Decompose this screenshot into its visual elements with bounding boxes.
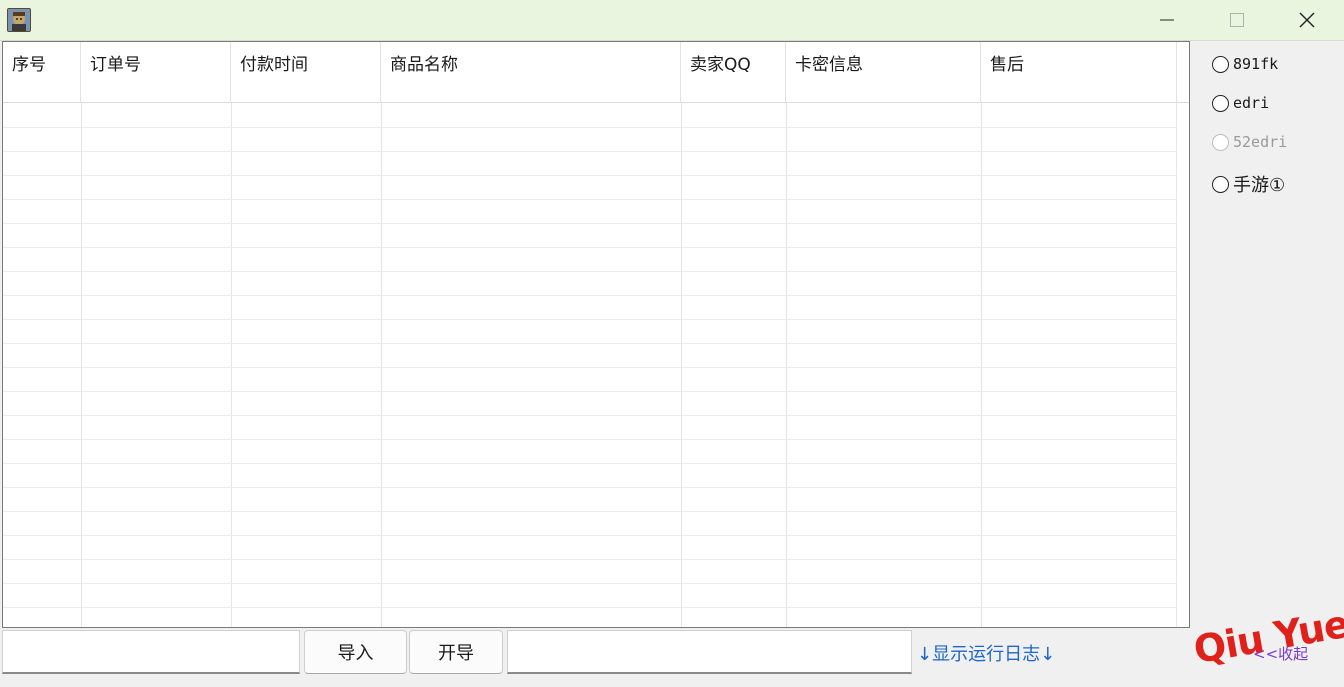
maximize-icon <box>1230 13 1244 27</box>
table-header: 序号 订单号 付款时间 商品名称 卖家QQ 卡密信息 售后 <box>3 42 1189 103</box>
radio-circle-icon <box>1212 175 1229 193</box>
app-icon[interactable] <box>7 8 31 32</box>
title-bar <box>0 0 1344 41</box>
table-row[interactable] <box>3 415 1177 440</box>
watermark: Qiu Yue <box>1190 601 1344 673</box>
radio-label: 52edri <box>1233 133 1288 151</box>
radio-circle-icon <box>1212 55 1229 73</box>
table-row[interactable] <box>3 151 1177 176</box>
radio-circle-icon <box>1212 133 1229 151</box>
radio-label: 手游① <box>1233 175 1286 196</box>
table-row[interactable] <box>3 271 1177 296</box>
column-header-after-sales[interactable]: 售后 <box>981 42 1177 102</box>
maximize-button[interactable] <box>1202 0 1272 40</box>
radio-891fk[interactable]: 891fk <box>1212 50 1278 78</box>
table-row[interactable] <box>3 559 1177 584</box>
table-row[interactable] <box>3 391 1177 416</box>
table-row[interactable] <box>3 439 1177 464</box>
radio-edri[interactable]: edri <box>1212 89 1269 117</box>
table-row[interactable] <box>3 487 1177 512</box>
minimize-icon <box>1160 19 1174 21</box>
radio-mobile-game[interactable]: 手游① <box>1212 170 1285 198</box>
table-row[interactable] <box>3 343 1177 368</box>
close-icon <box>1299 12 1315 28</box>
table-row[interactable] <box>3 247 1177 272</box>
table-row[interactable] <box>3 319 1177 344</box>
column-header-order-no[interactable]: 订单号 <box>81 42 231 102</box>
close-button[interactable] <box>1272 0 1342 40</box>
export-button[interactable]: 开导 <box>409 630 503 674</box>
show-log-link[interactable]: ↓显示运行日志↓ <box>917 640 1055 666</box>
table-row[interactable] <box>3 127 1177 152</box>
column-header-index[interactable]: 序号 <box>3 42 81 102</box>
radio-52edri: 52edri <box>1212 128 1287 156</box>
table-row[interactable] <box>3 103 1177 128</box>
left-text-input[interactable] <box>2 630 300 674</box>
column-header-product-name[interactable]: 商品名称 <box>381 42 681 102</box>
table-row[interactable] <box>3 511 1177 536</box>
table-row[interactable] <box>3 295 1177 320</box>
table-row[interactable] <box>3 583 1177 608</box>
table-row[interactable] <box>3 463 1177 488</box>
table-row[interactable] <box>3 535 1177 560</box>
right-text-input[interactable] <box>507 630 912 674</box>
radio-circle-icon <box>1212 94 1229 112</box>
table-body[interactable] <box>3 103 1189 627</box>
column-header-card-info[interactable]: 卡密信息 <box>786 42 981 102</box>
radio-label: edri <box>1233 94 1270 112</box>
table-row[interactable] <box>3 367 1177 392</box>
table-row[interactable] <box>3 199 1177 224</box>
minimize-button[interactable] <box>1132 0 1202 40</box>
table-row[interactable] <box>3 223 1177 248</box>
column-header-pay-time[interactable]: 付款时间 <box>231 42 381 102</box>
import-button[interactable]: 导入 <box>304 630 407 674</box>
table-row[interactable] <box>3 175 1177 200</box>
orders-table[interactable]: 序号 订单号 付款时间 商品名称 卖家QQ 卡密信息 售后 <box>2 41 1190 628</box>
radio-label: 891fk <box>1233 55 1279 73</box>
column-header-seller-qq[interactable]: 卖家QQ <box>681 42 786 102</box>
